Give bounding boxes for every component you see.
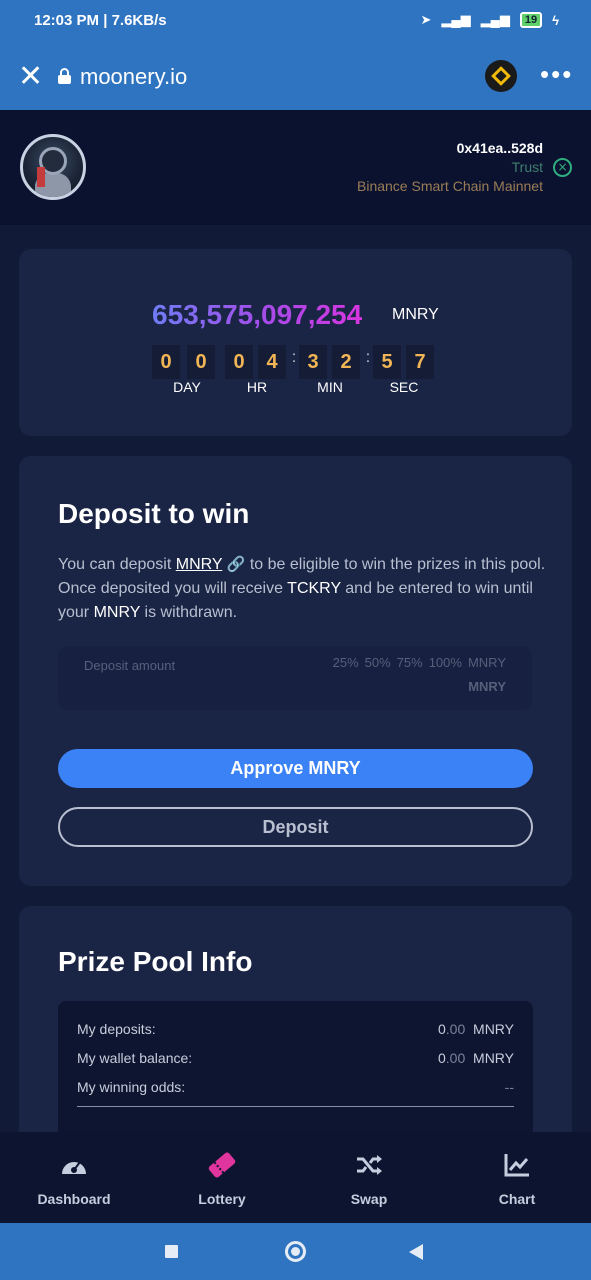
link-icon[interactable]: 🔗: [227, 555, 246, 573]
nav-chart[interactable]: Chart: [457, 1150, 577, 1207]
info-label: My wallet balance:: [77, 1050, 193, 1066]
ticket-token: TCKRY: [287, 580, 341, 597]
prize-amount: 653,575,097,254: [152, 299, 363, 330]
back-icon[interactable]: [409, 1244, 423, 1260]
nav-swap[interactable]: Swap: [309, 1150, 429, 1207]
value-int: 0: [437, 1050, 446, 1066]
lock-icon: [58, 68, 71, 84]
countdown-digit: 0: [187, 345, 215, 379]
info-value: 0.00 MNRY: [438, 1021, 514, 1037]
countdown-label-hr: HR: [246, 379, 268, 395]
countdown-separator: :: [291, 349, 297, 366]
avatar[interactable]: [20, 134, 86, 200]
nav-label: Chart: [498, 1191, 536, 1207]
deposit-amount-box: 25% 50% 75% 100% MNRY MNRY: [58, 646, 532, 710]
charging-icon: ϟ: [552, 12, 559, 28]
prize-unit: MNRY: [392, 306, 439, 323]
prize-card: 653,575,097,254 MNRY 0 0 0 4 : 3 2 : 5 7…: [19, 249, 572, 436]
battery-icon: 19: [519, 12, 543, 28]
countdown-label-min: MIN: [317, 379, 343, 395]
info-label: My winning odds:: [77, 1079, 186, 1095]
desc-text: is withdrawn.: [140, 604, 238, 621]
prize-pool-info-card: Prize Pool Info My deposits: 0.00 MNRY M…: [19, 906, 572, 1171]
ticket-icon: [206, 1150, 238, 1180]
home-icon[interactable]: [285, 1241, 306, 1262]
signal-icon: ▂▄▆: [441, 12, 471, 27]
url-text[interactable]: moonery.io: [80, 64, 187, 90]
info-value: --: [504, 1079, 514, 1095]
deposit-title: Deposit to win: [58, 498, 250, 529]
pct-100-button[interactable]: 100%: [429, 655, 462, 670]
countdown-digit: 0: [152, 345, 180, 379]
nav-lottery[interactable]: Lottery: [162, 1150, 282, 1207]
info-value: 0.00 MNRY: [438, 1050, 514, 1066]
wallet-address[interactable]: 0x41ea..528d: [457, 140, 543, 156]
nav-label: Dashboard: [37, 1191, 111, 1207]
pct-75-button[interactable]: 75%: [397, 655, 423, 670]
info-title: Prize Pool Info: [58, 946, 253, 977]
wallet-name: Trust: [511, 159, 543, 175]
deposit-button[interactable]: Deposit: [58, 807, 533, 847]
input-unit: MNRY: [468, 679, 506, 694]
countdown-digit: 2: [332, 345, 360, 379]
value-unit: MNRY: [473, 1021, 514, 1037]
network-name: Binance Smart Chain Mainnet: [357, 178, 543, 194]
status-icons: ➤ ▂▄▆ ▂▄▆ 19 ϟ: [421, 12, 559, 28]
recents-icon[interactable]: [165, 1245, 178, 1258]
approve-button[interactable]: Approve MNRY: [58, 749, 533, 788]
chart-icon: [501, 1150, 533, 1180]
deposit-description: You can deposit MNRY 🔗 to be eligible to…: [58, 552, 548, 625]
location-icon: ➤: [420, 12, 432, 27]
value-dec: .00: [445, 1050, 466, 1066]
pct-unit: MNRY: [467, 655, 506, 670]
bottom-nav: Dashboard Lottery Swap Chart: [0, 1132, 591, 1223]
percent-options: 25% 50% 75% 100% MNRY: [333, 655, 506, 670]
info-label: My deposits:: [77, 1021, 156, 1037]
countdown-digit: 0: [225, 345, 253, 379]
desc-text: You can deposit: [58, 556, 176, 573]
divider: [77, 1106, 514, 1107]
close-icon[interactable]: ✕: [18, 62, 43, 92]
nav-label: Swap: [350, 1191, 388, 1207]
bnb-icon[interactable]: [485, 60, 517, 92]
status-time: 12:03 PM | 7.6KB/s: [34, 12, 167, 29]
countdown-label-day: DAY: [173, 379, 201, 395]
value-int: 0: [437, 1021, 446, 1037]
countdown-digit: 4: [258, 345, 286, 379]
countdown-digit: 5: [373, 345, 401, 379]
mnry-link[interactable]: MNRY: [176, 556, 223, 573]
shuffle-icon: [353, 1150, 385, 1180]
app-header: 0x41ea..528d Trust Binance Smart Chain M…: [0, 110, 591, 225]
countdown-label-sec: SEC: [389, 379, 419, 395]
countdown-separator: :: [365, 349, 371, 366]
pct-50-button[interactable]: 50%: [365, 655, 391, 670]
countdown-digit: 3: [299, 345, 327, 379]
deposit-card: Deposit to win You can deposit MNRY 🔗 to…: [19, 456, 572, 886]
nav-label: Lottery: [198, 1191, 246, 1207]
value-unit: MNRY: [473, 1050, 514, 1066]
more-menu-icon[interactable]: •••: [540, 61, 573, 87]
disconnect-icon[interactable]: ×: [553, 158, 572, 177]
dashboard-icon: [58, 1150, 90, 1180]
status-bar: 12:03 PM | 7.6KB/s ➤ ▂▄▆ ▂▄▆ 19 ϟ: [0, 0, 591, 44]
android-nav-bar: [0, 1223, 591, 1280]
pct-25-button[interactable]: 25%: [333, 655, 359, 670]
deposit-amount-input[interactable]: [84, 646, 304, 678]
countdown-digit: 7: [406, 345, 434, 379]
value-dec: .00: [445, 1021, 466, 1037]
mnry-token: MNRY: [93, 604, 141, 621]
signal-icon-2: ▂▄▆: [480, 12, 510, 27]
nav-dashboard[interactable]: Dashboard: [14, 1150, 134, 1207]
